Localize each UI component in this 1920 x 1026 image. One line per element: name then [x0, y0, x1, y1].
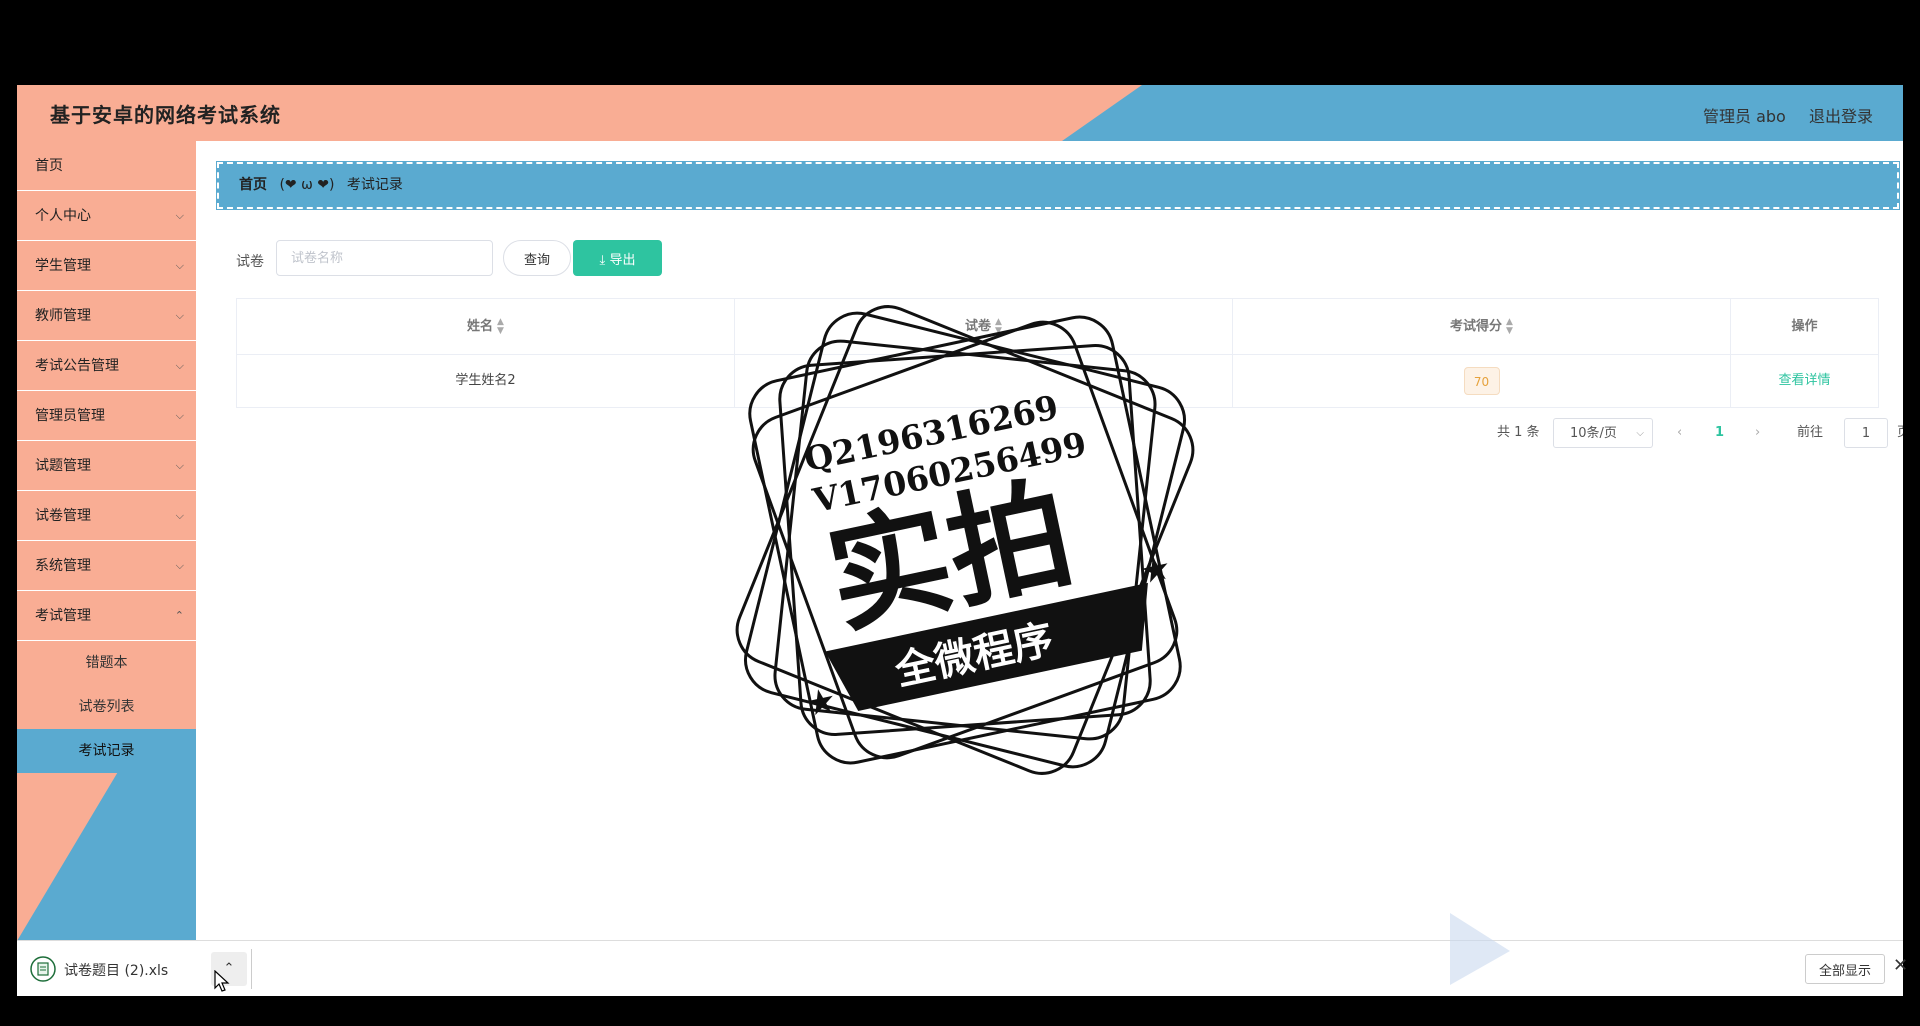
breadcrumb-home[interactable]: 首页 — [239, 177, 267, 193]
downloaded-file-name[interactable]: 试卷题目 (2).xls — [64, 960, 168, 980]
sidebar-subitem-paper-list[interactable]: 试卷列表 — [17, 685, 196, 729]
sidebar-item-students[interactable]: 学生管理 ⌵ — [17, 241, 196, 291]
breadcrumb-current: 考试记录 — [346, 177, 403, 193]
sidebar-item-label: 考试公告管理 — [35, 358, 119, 374]
logout-link[interactable]: 退出登录 — [1809, 103, 1873, 127]
sidebar: 首页 个人中心 ⌵ 学生管理 ⌵ 教师管理 ⌵ 考试公告管理 ⌵ 管理员管理 ⌵ — [17, 141, 196, 940]
sidebar-item-profile[interactable]: 个人中心 ⌵ — [17, 191, 196, 241]
chevron-down-icon: ⌵ — [175, 359, 184, 372]
chevron-down-icon: ⌵ — [175, 509, 184, 522]
sidebar-subitem-label: 试卷列表 — [78, 699, 135, 715]
breadcrumb: 首页 (❤ ω ❤) 考试记录 — [216, 161, 1900, 210]
mouse-cursor-icon — [214, 970, 230, 992]
sidebar-item-label: 学生管理 — [35, 258, 91, 274]
pagination-total: 共 1 条 — [1497, 425, 1540, 440]
screen: 基于安卓的网络考试系统 管理员 abo 退出登录 首页 个人中心 ⌵ 学生管理 … — [0, 0, 1920, 1026]
chevron-down-icon: ⌵ — [1636, 428, 1644, 439]
watermark-stamp: Q2196316269 V17060256499 实拍 全微程序 ★ ★ — [735, 305, 1195, 775]
download-bar: 试卷题目 (2).xls ⌃ 全部显示 ✕ — [17, 940, 1908, 996]
chevron-down-icon: ⌵ — [175, 559, 184, 572]
sidebar-item-announcements[interactable]: 考试公告管理 ⌵ — [17, 341, 196, 391]
download-bar-divider — [251, 949, 252, 989]
sidebar-item-label: 首页 — [35, 158, 63, 174]
sidebar-item-system[interactable]: 系统管理 ⌵ — [17, 541, 196, 591]
download-icon: ⤓ — [599, 252, 610, 268]
chevron-down-icon: ⌵ — [175, 309, 184, 322]
current-user-label: 管理员 abo — [1703, 107, 1786, 126]
chevron-down-icon: ⌵ — [175, 409, 184, 422]
sort-icon[interactable]: ▲ ▼ — [497, 317, 504, 336]
column-header-label: 姓名 — [467, 319, 494, 334]
sidebar-subitem-label: 考试记录 — [78, 743, 135, 759]
sidebar-item-label: 系统管理 — [35, 558, 91, 574]
column-header-name[interactable]: 姓名 ▲ ▼ — [237, 299, 735, 354]
sidebar-item-label: 管理员管理 — [35, 408, 105, 424]
sidebar-subitem-label: 错题本 — [85, 655, 128, 671]
score-badge: 70 — [1463, 366, 1500, 395]
sidebar-item-home[interactable]: 首页 — [17, 141, 196, 191]
sidebar-item-papers[interactable]: 试卷管理 ⌵ — [17, 491, 196, 541]
cell-student-name: 学生姓名2 — [237, 355, 735, 407]
chevron-down-icon: ⌵ — [175, 209, 184, 222]
page-size-value: 10条/页 — [1570, 426, 1617, 441]
breadcrumb-separator: (❤ ω ❤) — [279, 177, 335, 193]
sidebar-item-admins[interactable]: 管理员管理 ⌵ — [17, 391, 196, 441]
column-header-label: 操作 — [1791, 319, 1818, 334]
page-number-current[interactable]: 1 — [1715, 418, 1724, 448]
top-header: 基于安卓的网络考试系统 管理员 abo 退出登录 — [17, 85, 1903, 141]
export-label: 导出 — [609, 252, 636, 268]
chevron-down-icon: ⌵ — [175, 259, 184, 272]
sidebar-item-label: 考试管理 — [35, 608, 91, 624]
column-header-score[interactable]: 考试得分 ▲ ▼ — [1233, 299, 1731, 354]
sidebar-item-label: 教师管理 — [35, 308, 91, 324]
cell-score: 70 — [1233, 355, 1731, 407]
sidebar-subitem-wrong-book[interactable]: 错题本 — [17, 641, 196, 685]
query-button[interactable]: 查询 — [503, 240, 571, 276]
goto-label: 前往 — [1797, 425, 1824, 440]
sidebar-item-questions[interactable]: 试题管理 ⌵ — [17, 441, 196, 491]
sort-icon[interactable]: ▲ ▼ — [1506, 317, 1513, 336]
search-label: 试卷 — [236, 254, 264, 270]
page-size-select[interactable]: 10条/页 ⌵ — [1553, 418, 1653, 448]
prev-page-icon[interactable]: ‹ — [1677, 418, 1682, 448]
column-header-actions: 操作 — [1731, 299, 1878, 354]
paper-search-input[interactable] — [276, 240, 493, 276]
sidebar-item-label: 试卷管理 — [35, 508, 91, 524]
chevron-down-icon: ⌵ — [175, 459, 184, 472]
next-page-icon[interactable]: › — [1755, 418, 1760, 448]
goto-page-input[interactable]: 1 — [1844, 418, 1888, 448]
chevron-up-icon: ⌃ — [174, 609, 184, 622]
sidebar-item-teachers[interactable]: 教师管理 ⌵ — [17, 291, 196, 341]
page-suffix: 页 — [1897, 418, 1903, 448]
export-button[interactable]: ⤓ 导出 — [573, 240, 662, 276]
column-header-label: 考试得分 — [1450, 319, 1503, 334]
video-logo-watermark-icon — [1450, 913, 1510, 985]
close-icon[interactable]: ✕ — [1893, 955, 1908, 976]
sidebar-subitem-exam-records[interactable]: 考试记录 — [17, 729, 196, 773]
spreadsheet-file-icon — [30, 956, 56, 982]
sidebar-item-label: 个人中心 — [35, 208, 91, 224]
sidebar-item-exams[interactable]: 考试管理 ⌃ — [17, 591, 196, 641]
app-title: 基于安卓的网络考试系统 — [50, 103, 281, 127]
show-all-downloads-button[interactable]: 全部显示 — [1805, 954, 1885, 984]
view-details-link[interactable]: 查看详情 — [1778, 373, 1830, 388]
cell-actions: 查看详情 — [1731, 355, 1878, 407]
sidebar-item-label: 试题管理 — [35, 458, 91, 474]
